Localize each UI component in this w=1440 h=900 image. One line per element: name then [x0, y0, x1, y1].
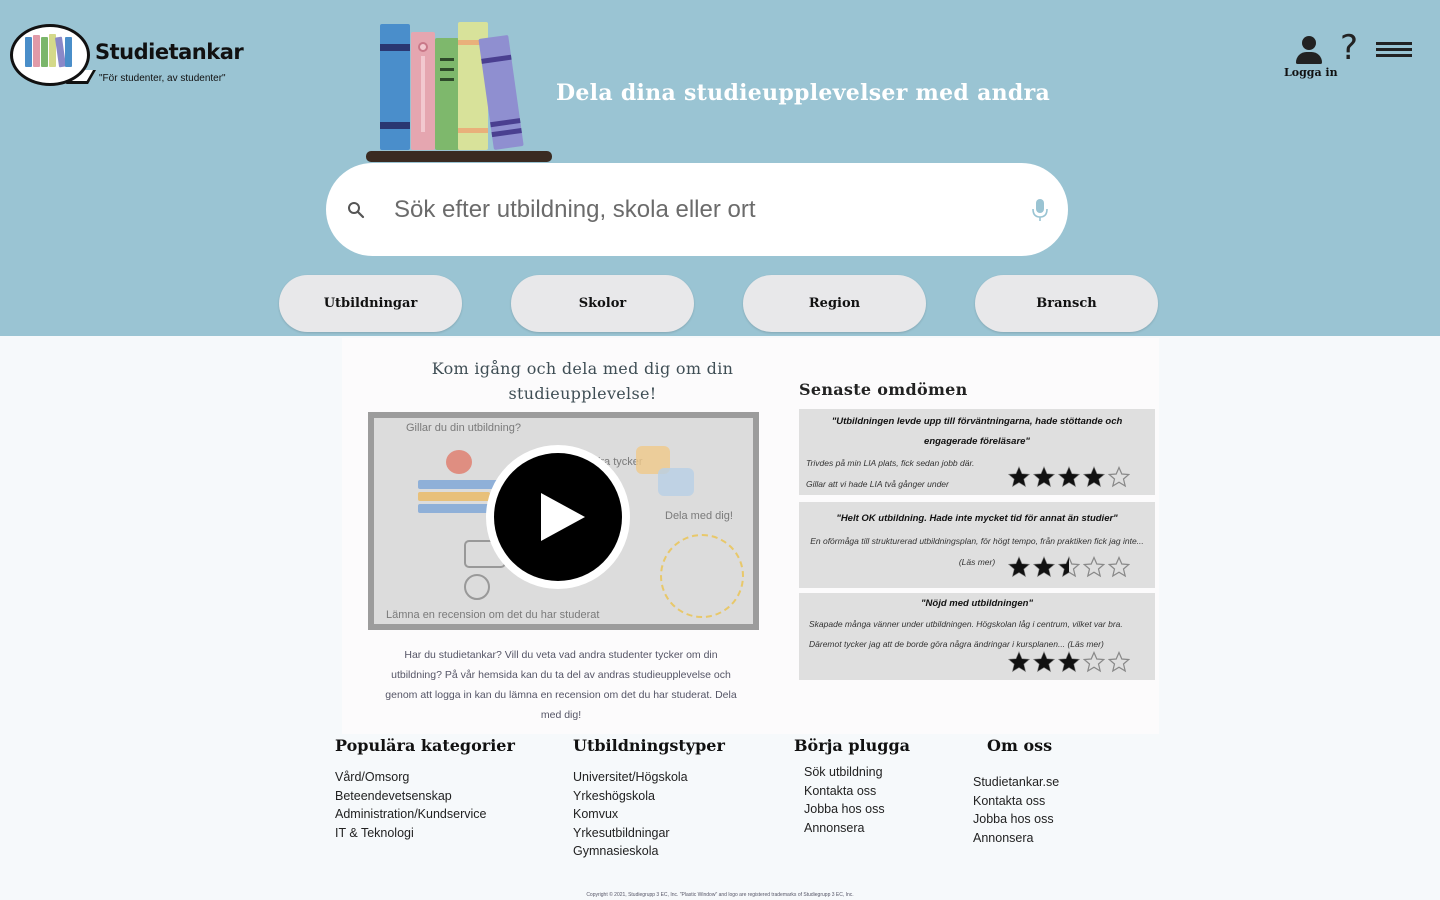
star-rating — [1008, 556, 1130, 578]
star-filled-icon — [1008, 466, 1030, 488]
star-filled-icon — [1083, 466, 1105, 488]
star-filled-icon — [1033, 466, 1055, 488]
category-button-region[interactable]: Region — [743, 275, 926, 332]
hero-tagline: Dela dina studieupplevelser med andra — [556, 80, 1051, 106]
review-quote: "Helt OK utbildning. Hade inte mycket ti… — [836, 513, 1118, 524]
bookshelf-illustration — [366, 22, 552, 162]
star-filled-icon — [1033, 556, 1055, 578]
brand-slogan: "För studenter, av studenter" — [99, 73, 226, 84]
login-button[interactable]: Logga in — [1284, 36, 1338, 79]
search-icon — [348, 202, 365, 219]
apple-icon — [446, 450, 472, 474]
footer-list-about: Studietankar.se Kontakta oss Jobba hos o… — [973, 773, 1059, 847]
video-text-right: Dela med dig! — [665, 510, 733, 522]
review-card[interactable]: "Helt OK utbildning. Hade inte mycket ti… — [799, 502, 1155, 588]
footer-link[interactable]: IT & Teknologi — [335, 824, 486, 843]
review-quote: "Utbildningen levde upp till förväntning… — [831, 416, 1123, 447]
copyright: Copyright © 2021, Studiegrupp 3 EC, Inc.… — [586, 892, 854, 898]
chat-bubble-icon — [658, 468, 694, 496]
footer-link[interactable]: Kontakta oss — [804, 782, 885, 801]
star-empty-icon — [1083, 651, 1105, 673]
footer-link[interactable]: Annonsera — [973, 829, 1059, 848]
footer-link[interactable]: Yrkesutbildningar — [573, 824, 688, 843]
footer-list-types: Universitet/Högskola Yrkeshögskola Komvu… — [573, 768, 688, 861]
footer-link[interactable]: Universitet/Högskola — [573, 768, 688, 787]
review-body: Skapade många vänner under utbildningen.… — [809, 619, 1123, 649]
reviews-title: Senaste omdömen — [799, 380, 968, 399]
review-quote: "Nöjd med utbildningen" — [921, 598, 1033, 609]
footer-list-start: Sök utbildning Kontakta oss Jobba hos os… — [804, 763, 885, 837]
footer-link[interactable]: Komvux — [573, 805, 688, 824]
footer-link[interactable]: Gymnasieskola — [573, 842, 688, 861]
help-icon[interactable]: ? — [1340, 28, 1358, 68]
shelf — [366, 151, 552, 162]
hamburger-menu-icon[interactable] — [1376, 42, 1412, 62]
footer-link[interactable]: Jobba hos oss — [973, 810, 1059, 829]
star-half-icon — [1058, 556, 1080, 578]
star-filled-icon — [1008, 651, 1030, 673]
star-filled-icon — [1058, 466, 1080, 488]
footer-heading-types: Utbildningstyper — [573, 736, 725, 755]
footer-heading-popular: Populära kategorier — [335, 736, 515, 755]
video-text-top: Gillar du din utbildning? — [406, 422, 521, 434]
footer-link[interactable]: Vård/Omsorg — [335, 768, 486, 787]
footer-list-popular: Vård/Omsorg Beteendevetsenskap Administr… — [335, 768, 486, 842]
play-button[interactable] — [486, 445, 630, 589]
footer-link[interactable]: Administration/Kundservice — [335, 805, 486, 824]
star-rating — [1008, 466, 1130, 488]
footer-link[interactable]: Kontakta oss — [973, 792, 1059, 811]
footer-link[interactable]: Yrkeshögskola — [573, 787, 688, 806]
star-filled-icon — [1058, 651, 1080, 673]
review-card[interactable]: "Nöjd med utbildningen" Skapade många vä… — [799, 593, 1155, 680]
search-input[interactable] — [394, 191, 1014, 229]
star-filled-icon — [1033, 651, 1055, 673]
category-button-bransch[interactable]: Bransch — [975, 275, 1158, 332]
user-review-icon — [464, 574, 490, 600]
intro-text: Har du studietankar? Vill du veta vad an… — [385, 649, 737, 721]
star-empty-icon — [1108, 466, 1130, 488]
star-filled-icon — [1008, 556, 1030, 578]
header: Studietankar "För studenter, av studente… — [0, 0, 1440, 336]
category-button-skolor[interactable]: Skolor — [511, 275, 694, 332]
login-label: Logga in — [1284, 66, 1338, 79]
review-card[interactable]: "Utbildningen levde upp till förväntning… — [799, 409, 1155, 510]
footer-link[interactable]: Beteendevetsenskap — [335, 787, 486, 806]
star-empty-icon — [1083, 556, 1105, 578]
logo[interactable]: Studietankar "För studenter, av studente… — [10, 24, 250, 90]
logo-books-icon — [10, 24, 90, 86]
footer-link[interactable]: Sök utbildning — [804, 763, 885, 782]
star-rating — [1008, 651, 1130, 673]
footer-link[interactable]: Annonsera — [804, 819, 885, 838]
microphone-icon[interactable] — [1032, 198, 1048, 222]
footer-link[interactable]: Studietankar.se — [973, 773, 1059, 792]
video-text-bottom: Lämna en recension om det du har studera… — [386, 609, 600, 621]
community-circle-icon — [660, 534, 744, 618]
category-button-utbildningar[interactable]: Utbildningar — [279, 275, 462, 332]
brand-name: Studietankar — [95, 40, 244, 64]
footer-link[interactable]: Jobba hos oss — [804, 800, 885, 819]
star-empty-icon — [1108, 556, 1130, 578]
search-bar — [326, 163, 1068, 256]
user-icon — [1302, 36, 1316, 50]
intro-title: Kom igång och dela med dig om din studie… — [431, 359, 734, 403]
footer-heading-about: Om oss — [987, 736, 1053, 755]
star-empty-icon — [1108, 651, 1130, 673]
play-icon — [494, 453, 622, 581]
footer-heading-start: Börja plugga — [794, 736, 910, 755]
